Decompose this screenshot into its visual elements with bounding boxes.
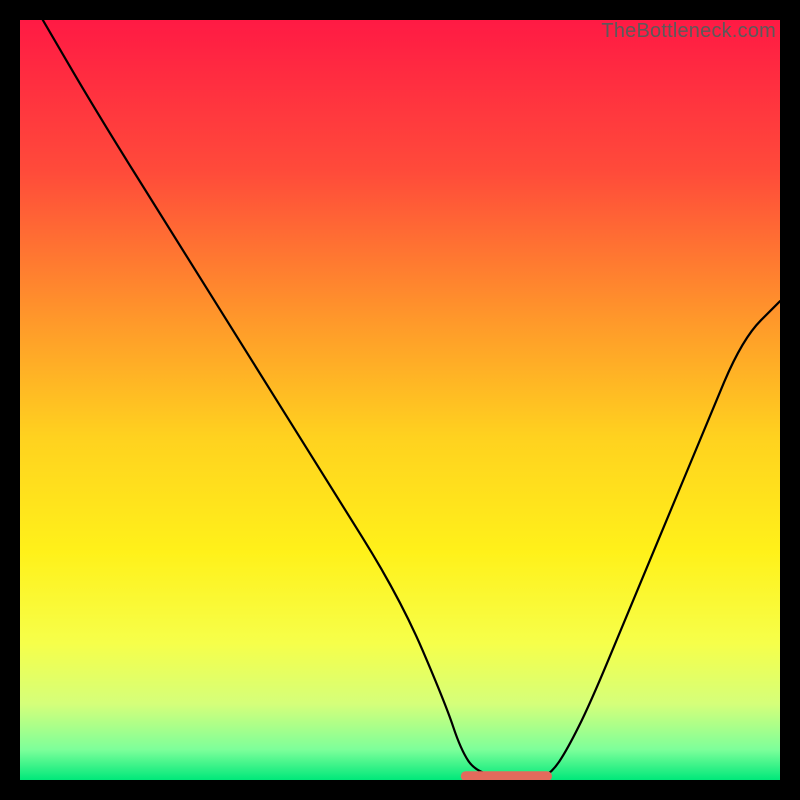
bottleneck-chart <box>20 20 780 780</box>
chart-frame: TheBottleneck.com <box>0 0 800 800</box>
flat-segment-marker <box>461 771 552 780</box>
plot-area: TheBottleneck.com <box>20 20 780 780</box>
gradient-background <box>20 20 780 780</box>
watermark-text: TheBottleneck.com <box>601 20 776 43</box>
